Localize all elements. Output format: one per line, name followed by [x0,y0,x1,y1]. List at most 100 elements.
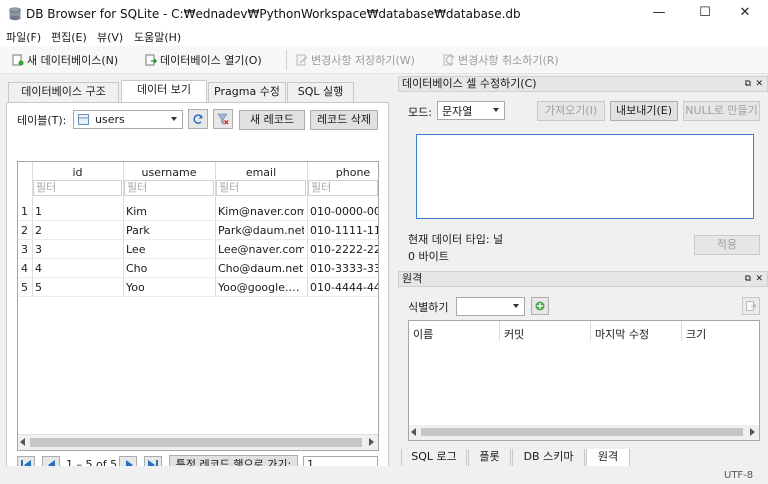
set-null-button[interactable]: NULL로 만들기 [683,101,760,121]
mode-select-value: 문자열 [442,104,473,118]
scroll-right-icon[interactable] [750,428,755,436]
close-button[interactable]: ✕ [722,0,768,28]
horizontal-scrollbar[interactable] [18,434,378,450]
cell-id[interactable]: 5 [35,281,121,294]
menu-bar: 파일(F) 편집(E) 뷰(V) 도움말(H) [0,28,768,46]
tab-remote[interactable]: 원격 [586,449,630,467]
table-row[interactable]: 1 1 Kim Kim@naver.com 010-0000-000 [18,202,378,221]
column-header-username[interactable]: username [124,166,214,179]
column-divider [681,321,682,341]
identity-label: 식별하기 [408,301,449,314]
export-button[interactable]: 내보내기(E) [610,101,678,121]
remote-column-size[interactable]: 크기 [686,326,706,342]
data-type-info: 현재 데이터 타입: 널 [408,233,504,246]
cell-email[interactable]: Kim@naver.com [218,205,304,218]
cell-id[interactable]: 3 [35,243,121,256]
menu-view[interactable]: 뷰(V) [97,29,123,45]
apply-button[interactable]: 적용 [694,235,760,255]
cell-username[interactable]: Kim [126,205,212,218]
cell-email[interactable]: Cho@daum.net [218,262,304,275]
clear-filters-button[interactable] [213,109,233,129]
undock-icon[interactable]: ⧉ [745,272,751,286]
table-select-value: users [95,113,125,126]
cell-phone[interactable]: 010-0000-000 [310,205,378,218]
table-row[interactable]: 2 2 Park Park@daum.net 010-1111-111 [18,221,378,240]
cell-id[interactable]: 4 [35,262,121,275]
add-identity-button[interactable] [531,297,549,315]
filter-input-phone[interactable]: 필터 [308,180,378,196]
undock-icon[interactable]: ⧉ [745,77,751,91]
filter-input-id[interactable]: 필터 [33,180,122,196]
column-header-id[interactable]: id [32,166,123,179]
remote-column-commit[interactable]: 커밋 [504,326,524,342]
filter-input-username[interactable]: 필터 [124,180,214,196]
horizontal-scrollbar[interactable] [409,425,759,440]
cell-phone[interactable]: 010-3333-333 [310,262,378,275]
cell-phone[interactable]: 010-2222-222 [310,243,378,256]
new-database-button[interactable]: 새 데이터베이스(N) [12,51,118,69]
import-button[interactable]: 가져오기(I) [537,101,605,121]
cell-id[interactable]: 1 [35,205,121,218]
push-database-button[interactable] [742,297,760,315]
menu-edit[interactable]: 편집(E) [51,29,87,45]
close-icon[interactable]: ✕ [755,272,763,286]
tab-execute-sql[interactable]: SQL 실행 [287,82,354,102]
remote-title: 원격 [402,272,423,285]
table-row[interactable]: 3 3 Lee Lee@naver.com 010-2222-222 [18,240,378,259]
mode-select[interactable]: 문자열 [437,101,505,120]
scroll-thumb[interactable] [421,428,743,436]
minimize-button[interactable]: — [636,0,682,28]
tab-edit-pragmas[interactable]: Pragma 수정 [208,82,286,102]
identity-select[interactable] [456,297,525,316]
open-database-label: 데이터베이스 열기(O) [160,54,262,67]
cell-editor-textarea[interactable] [416,134,754,219]
tab-database-structure[interactable]: 데이터베이스 구조 [8,82,119,102]
cell-username[interactable]: Park [126,224,212,237]
delete-record-button[interactable]: 레코드 삭제 [310,110,378,130]
browse-data-pane: 테이블(T): users 새 레코드 레코드 삭제 id username e… [6,102,389,475]
scroll-left-icon[interactable] [20,438,25,446]
revert-changes-label: 변경사항 취소하기(R) [458,54,559,67]
tab-browse-data[interactable]: 데이터 보기 [121,80,207,103]
scroll-right-icon[interactable] [369,438,374,446]
cell-username[interactable]: Lee [126,243,212,256]
table-row[interactable]: 5 5 Yoo Yoo@google.… 010-4444-44 [18,278,378,297]
main-tab-panel: 데이터베이스 구조 데이터 보기 Pragma 수정 SQL 실행 테이블(T)… [6,76,389,475]
table-row[interactable]: 4 4 Cho Cho@daum.net 010-3333-333 [18,259,378,278]
tab-sql-log[interactable]: SQL 로그 [401,449,467,467]
table-select[interactable]: users [73,110,183,129]
cell-id[interactable]: 2 [35,224,121,237]
close-icon[interactable]: ✕ [755,77,763,91]
cell-email[interactable]: Park@daum.net [218,224,304,237]
remote-column-name[interactable]: 이름 [413,326,433,342]
menu-file[interactable]: 파일(F) [6,29,41,45]
row-number: 3 [21,243,28,256]
revert-changes-button[interactable]: 변경사항 취소하기(R) [443,51,559,69]
cell-phone[interactable]: 010-4444-44 [310,281,378,294]
table-icon [78,114,89,125]
open-database-icon [145,54,157,66]
scroll-left-icon[interactable] [411,428,416,436]
write-changes-button[interactable]: 변경사항 저장하기(W) [296,51,415,69]
new-record-button[interactable]: 새 레코드 [239,110,305,130]
menu-help[interactable]: 도움말(H) [134,29,181,45]
window-title: DB Browser for SQLite - C:₩ednadev₩Pytho… [26,7,521,21]
filter-input-email[interactable]: 필터 [216,180,306,196]
remote-column-last-modified[interactable]: 마지막 수정 [595,326,649,342]
cell-phone[interactable]: 010-1111-111 [310,224,378,237]
cell-email[interactable]: Yoo@google.… [218,281,304,294]
cell-username[interactable]: Cho [126,262,212,275]
open-database-button[interactable]: 데이터베이스 열기(O) [145,51,262,69]
cell-email[interactable]: Lee@naver.com [218,243,304,256]
chevron-down-icon [513,304,519,308]
refresh-button[interactable] [188,109,208,129]
data-size-info: 0 바이트 [408,250,449,263]
column-header-email[interactable]: email [216,166,306,179]
tab-db-schema[interactable]: DB 스키마 [512,449,585,467]
tab-plot[interactable]: 플롯 [468,449,511,467]
chevron-down-icon [171,117,177,121]
toolbar-separator [286,50,287,70]
column-header-phone[interactable]: phone [308,166,378,179]
scroll-thumb[interactable] [30,438,362,447]
cell-username[interactable]: Yoo [126,281,212,294]
